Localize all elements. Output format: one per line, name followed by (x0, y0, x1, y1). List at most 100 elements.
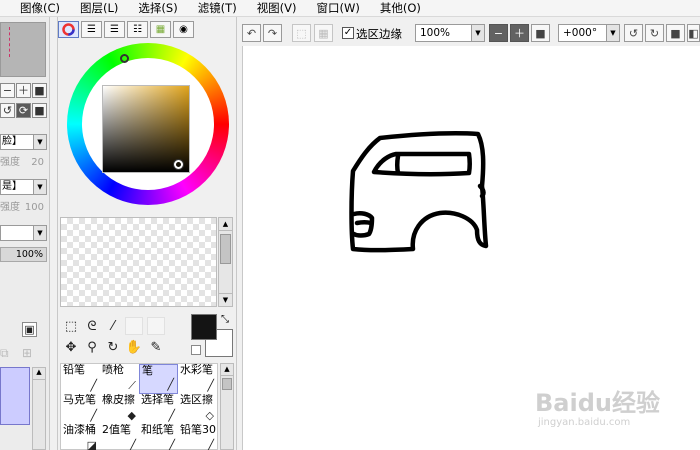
menu-image[interactable]: 图像(C) (20, 0, 66, 16)
brush-airbrush[interactable]: 喷枪 ⟋ (100, 364, 139, 394)
rect-select-icon[interactable]: ⬚ (62, 317, 80, 335)
brush-label: 水彩笔 (180, 364, 213, 376)
opacity-bar[interactable]: 100% (0, 247, 47, 262)
zoom-out-button[interactable]: − (489, 24, 508, 42)
reset-colors-icon[interactable] (191, 345, 201, 355)
rotate-reset-button[interactable]: ⟳ (16, 103, 31, 118)
menu-other[interactable]: 其他(O) (380, 0, 427, 16)
scroll-up-icon[interactable]: ▲ (219, 218, 232, 231)
brush-pencil30[interactable]: 铅笔30 ╱ (178, 424, 217, 450)
zoom-reset-button[interactable]: ■ (531, 24, 550, 42)
brush-pen[interactable]: 笔 ╱ (139, 364, 178, 394)
brush-selection-pen[interactable]: 选择笔 ╱ (139, 394, 178, 424)
new-layer-icon[interactable]: ⊞ (22, 346, 32, 360)
deselect-button[interactable]: ⬚ (292, 24, 311, 42)
menu-window[interactable]: 窗口(W) (317, 0, 366, 16)
scratchpad-scrollbar[interactable]: ▲ ▼ (218, 217, 233, 307)
flip-button[interactable]: ◧ (687, 24, 700, 42)
scratchpad-area[interactable] (60, 217, 217, 307)
zoom-in-button[interactable]: ＋ (510, 24, 529, 42)
brush-watercolor[interactable]: 水彩笔 ╱ (178, 364, 217, 394)
scroll-up-icon[interactable]: ▲ (33, 368, 45, 380)
brush-eraser[interactable]: 橡皮擦 ◆ (100, 394, 139, 424)
brush-marker[interactable]: 马克笔 ╱ (61, 394, 100, 424)
deselect-icon: ⬚ (296, 26, 307, 40)
watermark-logo: Baidu经验 (535, 389, 660, 417)
watercolor-icon: ╱ (207, 379, 214, 392)
zoom-out-button[interactable]: − (0, 83, 15, 98)
rotate-left-button[interactable]: ↺ (624, 24, 643, 42)
brush-binary[interactable]: 2值笔 ╱ (100, 424, 139, 450)
zoom-select[interactable]: 100% ▼ (415, 24, 485, 42)
brush-label: 选择笔 (141, 394, 174, 406)
flip-button[interactable]: ■ (32, 103, 47, 118)
menu-select[interactable]: 选择(S) (138, 0, 183, 16)
color-wheel-mode-button[interactable] (58, 21, 79, 38)
selection-edge-checkbox[interactable]: ✓ (342, 27, 354, 39)
rotate-right-icon: ↻ (649, 26, 660, 40)
redo-button[interactable]: ↷ (263, 24, 282, 42)
rotate-right-button[interactable]: ↻ (645, 24, 664, 42)
navigator-thumbnail[interactable] (0, 22, 46, 77)
brush-bucket[interactable]: 油漆桶 ◪ (61, 424, 100, 450)
mixer-mode-button[interactable]: ☷ (127, 21, 148, 38)
layer-target-icon[interactable]: ▣ (22, 322, 37, 337)
invert-selection-button[interactable]: ▦ (314, 24, 333, 42)
brush-washi[interactable]: 和纸笔 ╱ (139, 424, 178, 450)
magic-wand-icon[interactable]: ⁄ (104, 317, 122, 335)
hsv-slider-mode-button[interactable]: ☰ (104, 21, 125, 38)
brush-label: 橡皮擦 (102, 394, 135, 406)
brush-scrollbar[interactable]: ▲ (220, 363, 234, 450)
baidu-watermark: Baidu经验 jingyan.baidu.com (535, 375, 695, 435)
sv-marker[interactable] (174, 160, 183, 169)
rotate-reset-button[interactable]: ■ (666, 24, 685, 42)
layer-thumbnail-active[interactable] (0, 367, 30, 425)
tool-slot-empty-2[interactable] (147, 317, 165, 335)
hsv-sliders-icon: ☰ (110, 24, 119, 35)
swap-colors-icon[interactable]: ⤡ (221, 314, 229, 325)
menu-filter[interactable]: 滤镜(T) (198, 0, 243, 16)
menu-layer[interactable]: 图层(L) (80, 0, 124, 16)
undo-button[interactable]: ↶ (242, 24, 261, 42)
mixer-icon: ☷ (133, 24, 142, 35)
lasso-icon[interactable]: ᘓ (83, 317, 101, 335)
layer-mode-select[interactable]: ▼ (0, 225, 47, 241)
zoom-icon[interactable]: ⚲ (83, 338, 101, 356)
brush-label: 铅笔30 (180, 424, 216, 436)
blend-mode-select-2[interactable]: 是】 ▼ (0, 179, 47, 195)
tool-slot-empty-1[interactable] (125, 317, 143, 335)
rgb-sliders-icon: ☰ (87, 24, 96, 35)
zoom-reset-button[interactable]: ■ (32, 83, 47, 98)
rotation-select[interactable]: +000° ▼ (558, 24, 620, 42)
navigator-layer-panel: − ＋ ■ ↺ ⟳ ■ 脸】 ▼ 强度 20 是】 ▼ 强度 100 ▼ 100… (0, 17, 50, 450)
brush-pencil[interactable]: 铅笔 ╱ (61, 364, 100, 394)
brush-selection-eraser[interactable]: 选区擦 ◇ (178, 394, 217, 424)
blend-mode-select-1[interactable]: 脸】 ▼ (0, 134, 47, 150)
menu-view[interactable]: 视图(V) (257, 0, 303, 16)
scroll-thumb[interactable] (220, 234, 231, 264)
scratchpad-mode-button[interactable]: ◉ (173, 21, 194, 38)
strength-value-2: 100 (24, 202, 44, 213)
scroll-down-icon[interactable]: ▼ (219, 293, 232, 306)
binary-pen-icon: ╱ (129, 439, 136, 450)
strength-label-2: 强度 (0, 202, 20, 213)
eyedropper-icon[interactable]: ✎ (147, 338, 165, 356)
brush-label: 选区擦 (180, 394, 213, 406)
minus-icon: − (493, 26, 504, 40)
hand-icon[interactable]: ✋ (125, 338, 143, 356)
rotate-left-button[interactable]: ↺ (0, 103, 15, 118)
rgb-slider-mode-button[interactable]: ☰ (81, 21, 102, 38)
hue-marker[interactable] (120, 54, 129, 63)
foreground-color-swatch[interactable] (191, 314, 217, 340)
rotate-view-icon[interactable]: ↻ (104, 338, 122, 356)
car-window-outline (371, 151, 472, 177)
scroll-up-icon[interactable]: ▲ (221, 364, 233, 376)
zoom-in-button[interactable]: ＋ (16, 83, 31, 98)
move-icon[interactable]: ✥ (62, 338, 80, 356)
brush-label: 喷枪 (102, 364, 124, 376)
brush-tool-grid: 铅笔 ╱ 喷枪 ⟋ 笔 ╱ 水彩笔 ╱ 马克笔 ╱ 橡皮擦 ◆ 选择笔 ╱ 选区擦 ◇ 油漆桶 ◪… (60, 363, 218, 450)
swatch-mode-button[interactable]: ▦ (150, 21, 171, 38)
layer-scrollbar[interactable]: ▲ (32, 367, 46, 450)
new-layer-set-icon[interactable]: ⧉ (0, 346, 9, 361)
scroll-thumb[interactable] (222, 378, 232, 390)
